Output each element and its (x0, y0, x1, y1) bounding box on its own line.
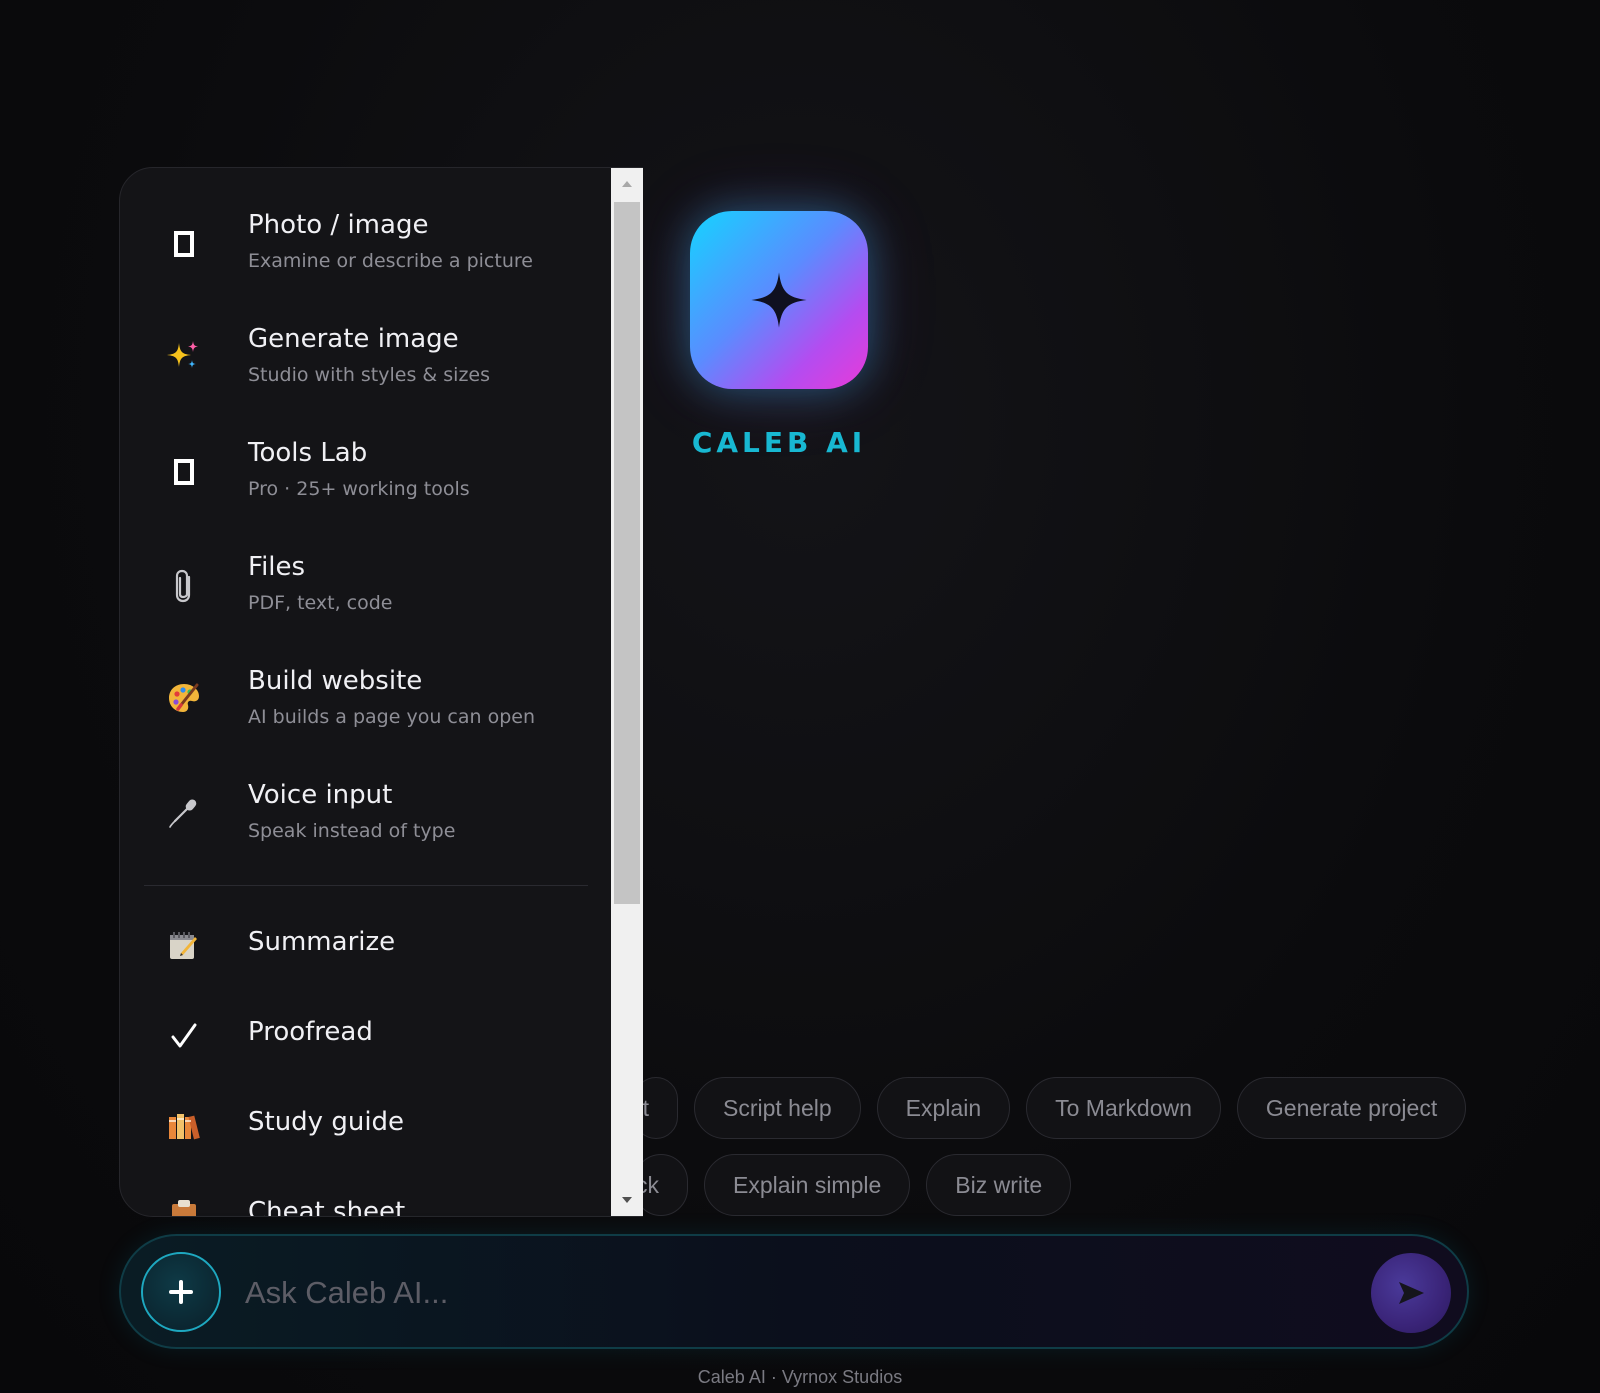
menu-item-title: Study guide (248, 1107, 405, 1137)
menu-scrollbar[interactable] (611, 168, 643, 1216)
menu-item-files[interactable]: Files PDF, text, code (142, 552, 597, 652)
box-icon (164, 452, 204, 492)
menu-item-subtitle: Speak instead of type (248, 820, 456, 842)
suggestion-chips-row-2: ck Explain simple Biz write (634, 1154, 1072, 1216)
menu-item-title: Build website (248, 666, 423, 696)
chat-composer (119, 1234, 1469, 1349)
menu-item-title: Tools Lab (248, 438, 368, 468)
menu-item-subtitle: Studio with styles & sizes (248, 364, 490, 386)
send-button[interactable] (1371, 1253, 1451, 1333)
menu-item-voice-input[interactable]: Voice input Speak instead of type (142, 780, 597, 880)
suggestion-chips-row-1: t Script help Explain To Markdown Genera… (634, 1077, 1467, 1139)
palette-icon (164, 678, 204, 718)
menu-item-title: Voice input (248, 780, 393, 810)
suggestion-chip-explain-simple[interactable]: Explain simple (704, 1154, 911, 1216)
menu-item-summarize[interactable]: Summarize (142, 913, 597, 983)
send-arrow-icon (1399, 1282, 1424, 1304)
clipboard-icon (164, 1196, 204, 1216)
attach-plus-button[interactable] (141, 1252, 221, 1332)
books-icon (164, 1106, 204, 1146)
menu-item-title: Proofread (248, 1017, 373, 1047)
menu-item-title: Files (248, 552, 306, 582)
menu-item-subtitle: AI builds a page you can open (248, 706, 536, 728)
checkmark-icon (164, 1016, 204, 1056)
menu-item-cheat-sheet[interactable]: Cheat sheet (142, 1183, 597, 1217)
menu-item-build-website[interactable]: Build website AI builds a page you can o… (142, 666, 597, 766)
menu-divider (144, 885, 588, 886)
menu-item-proofread[interactable]: Proofread (142, 1003, 597, 1073)
menu-item-subtitle: PDF, text, code (248, 592, 393, 614)
menu-item-photo-image[interactable]: Photo / image Examine or describe a pict… (142, 210, 597, 310)
menu-item-title: Generate image (248, 324, 459, 354)
menu-item-generate-image[interactable]: Generate image Studio with styles & size… (142, 324, 597, 424)
suggestion-chip-to-markdown[interactable]: To Markdown (1026, 1077, 1221, 1139)
menu-item-subtitle: Examine or describe a picture (248, 250, 533, 272)
attachment-menu: Photo / image Examine or describe a pict… (119, 167, 643, 1217)
microphone-icon (164, 792, 204, 832)
menu-item-tools-lab[interactable]: Tools Lab Pro · 25+ working tools (142, 438, 597, 538)
footer-credit: Caleb AI · Vyrnox Studios (697, 1367, 903, 1387)
suggestion-chip-script-help[interactable]: Script help (694, 1077, 861, 1139)
sparkle-star-icon (751, 272, 807, 328)
suggestion-chip-explain[interactable]: Explain (876, 1077, 1011, 1139)
memo-icon (164, 926, 204, 966)
menu-item-study-guide[interactable]: Study guide (142, 1093, 597, 1163)
brand-logo (690, 211, 868, 389)
brand-name: CALEB AI (691, 426, 867, 459)
menu-item-title: Cheat sheet (248, 1197, 406, 1217)
menu-item-title: Summarize (248, 927, 396, 957)
scroll-up-arrow-icon[interactable] (611, 168, 643, 200)
scroll-down-arrow-icon[interactable] (611, 1184, 643, 1216)
plus-icon (169, 1280, 193, 1304)
menu-item-subtitle: Pro · 25+ working tools (248, 478, 470, 500)
scrollbar-thumb[interactable] (614, 202, 640, 904)
chat-input[interactable] (245, 1264, 1315, 1322)
suggestion-chip-generate-project[interactable]: Generate project (1236, 1077, 1467, 1139)
menu-item-title: Photo / image (248, 210, 429, 240)
sparkles-icon (164, 336, 204, 376)
paperclip-icon (164, 566, 204, 606)
suggestion-chip-biz-write[interactable]: Biz write (926, 1154, 1072, 1216)
app-root: CALEB AI t Script help Explain To Markdo… (0, 0, 1600, 1393)
image-frame-icon (164, 224, 204, 264)
